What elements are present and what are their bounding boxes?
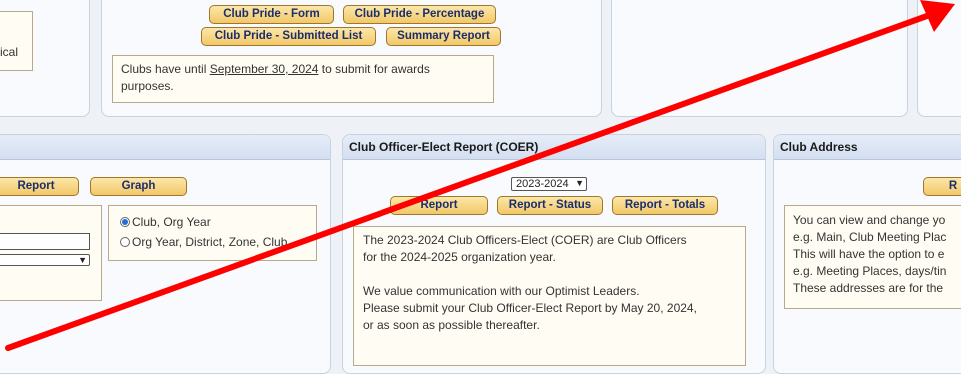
chevron-down-icon: ▼ bbox=[78, 255, 87, 265]
top-left-note-text: ical bbox=[0, 45, 19, 59]
club-address-report-button[interactable]: R bbox=[923, 177, 961, 196]
left-graph-button[interactable]: Graph bbox=[90, 177, 187, 196]
radio-org-year-district[interactable] bbox=[120, 237, 130, 247]
club-pride-note: Clubs have until September 30, 2024 to s… bbox=[112, 55, 494, 103]
top-right-panel bbox=[917, 0, 961, 117]
coer-info-line: The 2023-2024 Club Officers-Elect (COER)… bbox=[363, 233, 687, 247]
coer-info-line: for the 2024-2025 organization year. bbox=[363, 250, 556, 264]
deadline-date: September 30, 2024 bbox=[209, 62, 319, 76]
club-address-panel-title: Club Address bbox=[774, 135, 961, 160]
club-address-panel: Club Address R You can view and change y… bbox=[773, 134, 961, 374]
club-address-line: You can view and change yo bbox=[793, 213, 946, 227]
club-address-line: e.g. Meeting Places, days/tin bbox=[793, 264, 947, 278]
radio-club-org-year-label: Club, Org Year bbox=[132, 215, 211, 229]
club-pride-panel: Club Pride - Form Club Pride - Percentag… bbox=[101, 0, 602, 117]
left-text-field[interactable] bbox=[0, 233, 90, 250]
club-address-line: These addresses are for the bbox=[793, 281, 944, 295]
coer-info-line: We value communication with our Optimist… bbox=[363, 284, 640, 298]
coer-report-totals-button[interactable]: Report - Totals bbox=[612, 196, 718, 215]
chevron-down-icon: ▼ bbox=[575, 178, 584, 188]
club-address-note: You can view and change yo e.g. Main, Cl… bbox=[784, 205, 961, 309]
top-middle-right-panel bbox=[611, 0, 908, 117]
club-address-line: e.g. Main, Club Meeting Plac bbox=[793, 230, 947, 244]
coer-report-status-button[interactable]: Report - Status bbox=[497, 196, 603, 215]
coer-info-line: or as soon as possible thereafter. bbox=[363, 318, 540, 332]
summary-report-button[interactable]: Summary Report bbox=[386, 27, 501, 46]
club-pride-note-line1: Clubs have until September 30, 2024 to s… bbox=[121, 61, 430, 78]
year-select-value: 2023-2024 bbox=[516, 178, 569, 190]
note-suffix: to submit for awards bbox=[318, 62, 430, 76]
left-report-button[interactable]: Report bbox=[0, 177, 79, 196]
top-left-note: ical bbox=[0, 11, 33, 71]
club-pride-percentage-button[interactable]: Club Pride - Percentage bbox=[343, 5, 496, 24]
coer-report-button[interactable]: Report bbox=[390, 196, 488, 215]
year-select[interactable]: 2023-2024 ▼ bbox=[511, 177, 587, 191]
club-pride-submitted-list-button[interactable]: Club Pride - Submitted List bbox=[201, 27, 376, 46]
radio-org-year-district-label: Org Year, District, Zone, Club bbox=[132, 235, 288, 249]
club-pride-form-button[interactable]: Club Pride - Form bbox=[209, 5, 334, 24]
left-report-panel-header bbox=[0, 135, 330, 160]
coer-info-note: The 2023-2024 Club Officers-Elect (COER)… bbox=[353, 226, 746, 366]
left-report-panel: Report Graph ▼ Club, Org Year Org Year, … bbox=[0, 134, 331, 374]
left-radio-box: Club, Org Year Org Year, District, Zone,… bbox=[108, 205, 317, 261]
coer-panel: Club Officer-Elect Report (COER) 2023-20… bbox=[342, 134, 766, 374]
left-filter-box: ▼ bbox=[0, 205, 102, 301]
radio-club-org-year[interactable] bbox=[120, 217, 130, 227]
coer-info-line: Please submit your Club Officer-Elect Re… bbox=[363, 301, 697, 315]
club-pride-note-line2: purposes. bbox=[121, 79, 174, 93]
coer-panel-title: Club Officer-Elect Report (COER) bbox=[343, 135, 765, 160]
left-dropdown[interactable]: ▼ bbox=[0, 254, 90, 266]
note-prefix: Clubs have until bbox=[121, 62, 210, 76]
club-address-line: This will have the option to e bbox=[793, 247, 945, 261]
